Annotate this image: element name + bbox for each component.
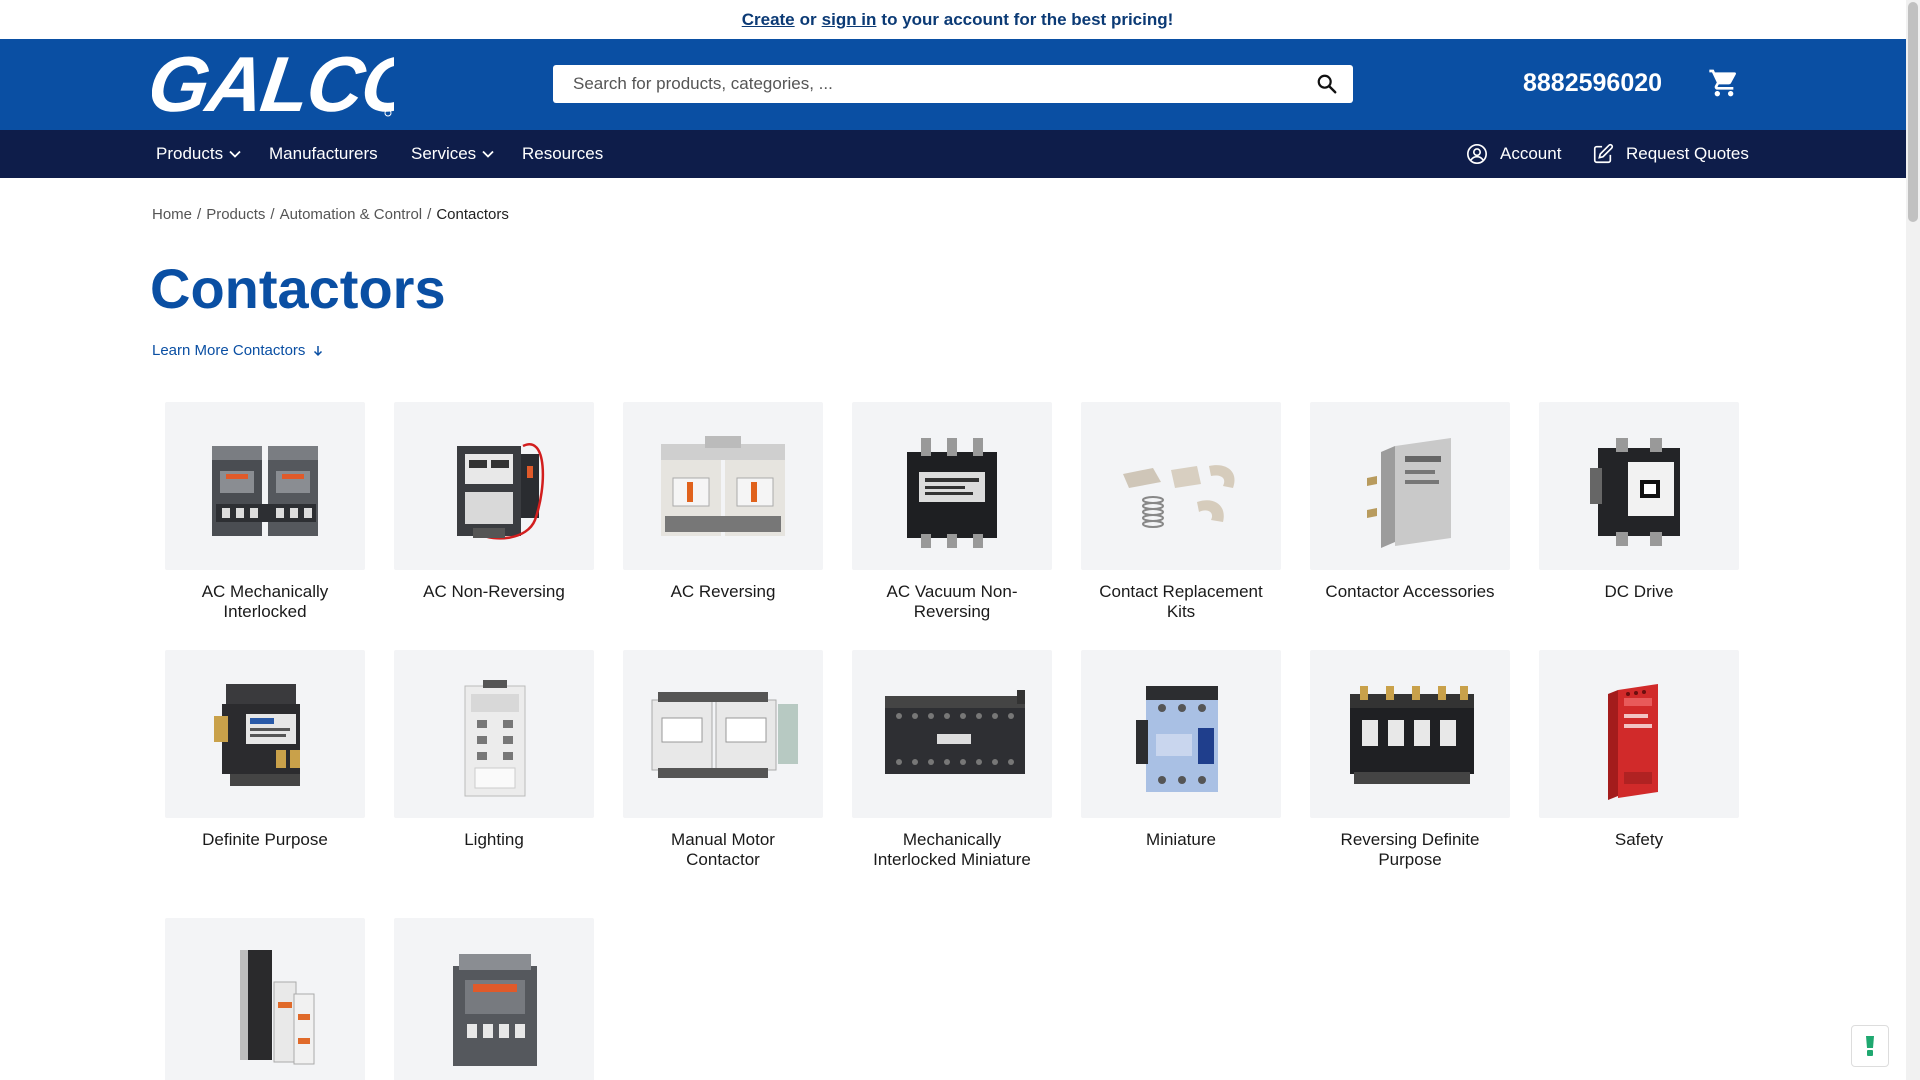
breadcrumb: Home / Products / Automation & Control /… bbox=[152, 206, 509, 223]
product-image bbox=[623, 650, 823, 818]
product-image bbox=[394, 402, 594, 570]
category-card[interactable] bbox=[165, 918, 365, 1080]
nav-account[interactable]: Account bbox=[1466, 130, 1561, 178]
site-header: GALCO 8882596020 bbox=[0, 39, 1920, 130]
product-image bbox=[623, 402, 823, 570]
nav-request-quotes[interactable]: Request Quotes bbox=[1592, 130, 1749, 178]
category-label: Safety bbox=[1614, 830, 1664, 849]
account-icon bbox=[1467, 144, 1487, 164]
product-image bbox=[1310, 402, 1510, 570]
breadcrumb-products[interactable]: Products bbox=[206, 206, 265, 223]
category-card[interactable]: Mechanically Interlocked Miniature bbox=[852, 650, 1052, 870]
category-card[interactable]: Definite Purpose bbox=[165, 650, 365, 850]
nav-services-label: Services bbox=[411, 144, 477, 163]
category-label: DC Drive bbox=[1604, 582, 1674, 601]
nav-account-label: Account bbox=[1500, 144, 1562, 163]
product-image bbox=[852, 402, 1052, 570]
promo-text: to your account for the best pricing! bbox=[881, 9, 1174, 29]
nav-manufacturers-label: Manufacturers bbox=[269, 144, 378, 163]
search-button[interactable] bbox=[1313, 70, 1341, 98]
category-label: AC Reversing bbox=[670, 582, 776, 601]
product-image bbox=[165, 918, 365, 1080]
search-input[interactable] bbox=[573, 74, 1313, 94]
breadcrumb-separator: / bbox=[270, 206, 275, 223]
category-label: Contactor Accessories bbox=[1325, 582, 1495, 601]
nav-products-label: Products bbox=[156, 144, 224, 163]
search-icon bbox=[1317, 74, 1337, 94]
nav-resources[interactable]: Resources bbox=[522, 130, 603, 178]
page-scrollbar[interactable] bbox=[1906, 0, 1920, 1080]
svg-text:GALCO: GALCO bbox=[152, 49, 394, 119]
category-label: Mechanically Interlocked Miniature bbox=[873, 830, 1031, 869]
breadcrumb-separator: / bbox=[197, 206, 202, 223]
edit-icon bbox=[1593, 143, 1614, 164]
category-label: Reversing Definite Purpose bbox=[1340, 830, 1480, 869]
nav-resources-label: Resources bbox=[522, 144, 604, 163]
promo-bar: Create or sign in to your account for th… bbox=[0, 0, 1920, 39]
cart-button[interactable] bbox=[1708, 67, 1740, 99]
product-image bbox=[394, 650, 594, 818]
category-label: Definite Purpose bbox=[202, 830, 328, 849]
learn-more-label: Learn More Contactors bbox=[152, 342, 306, 359]
breadcrumb-current: Contactors bbox=[436, 206, 509, 223]
chevron-down-icon bbox=[229, 150, 241, 158]
learn-more-link[interactable]: Learn More Contactors bbox=[152, 342, 323, 359]
product-image bbox=[165, 402, 365, 570]
main-nav: Products Manufacturers Services Resource… bbox=[0, 130, 1920, 178]
nav-manufacturers[interactable]: Manufacturers bbox=[269, 130, 378, 178]
product-image bbox=[1310, 650, 1510, 818]
phone-number[interactable]: 8882596020 bbox=[1523, 69, 1662, 98]
category-label: AC Non-Reversing bbox=[423, 582, 565, 601]
nav-products[interactable]: Products bbox=[156, 130, 241, 178]
promo-or-text: or bbox=[799, 9, 817, 29]
cart-icon bbox=[1709, 69, 1737, 97]
category-card[interactable]: AC Vacuum Non-Reversing bbox=[852, 402, 1052, 622]
category-card[interactable] bbox=[394, 918, 594, 1080]
create-account-link[interactable]: Create bbox=[742, 10, 795, 30]
sign-in-link[interactable]: sign in bbox=[822, 10, 877, 30]
category-label: AC Vacuum Non-Reversing bbox=[886, 582, 1018, 621]
category-card[interactable]: Lighting bbox=[394, 650, 594, 850]
breadcrumb-separator: / bbox=[427, 206, 432, 223]
nav-request-quotes-label: Request Quotes bbox=[1626, 144, 1749, 163]
category-label: Manual Motor Contactor bbox=[671, 830, 775, 869]
category-card[interactable]: Contact Replacement Kits bbox=[1081, 402, 1281, 622]
category-card[interactable]: Reversing Definite Purpose bbox=[1310, 650, 1510, 870]
category-label: AC Mechanically Interlocked bbox=[201, 582, 329, 621]
product-image bbox=[1539, 402, 1739, 570]
category-card[interactable]: DC Drive bbox=[1539, 402, 1739, 602]
category-card[interactable]: Contactor Accessories bbox=[1310, 402, 1510, 602]
product-image bbox=[165, 650, 365, 818]
breadcrumb-home[interactable]: Home bbox=[152, 206, 192, 223]
nav-services[interactable]: Services bbox=[411, 130, 494, 178]
product-image bbox=[1081, 402, 1281, 570]
product-image bbox=[1081, 650, 1281, 818]
category-label: Miniature bbox=[1146, 830, 1216, 849]
category-card[interactable]: AC Mechanically Interlocked bbox=[165, 402, 365, 622]
product-image bbox=[1539, 650, 1739, 818]
search-bar bbox=[553, 65, 1353, 103]
feedback-icon bbox=[1866, 1036, 1874, 1056]
category-card[interactable]: AC Reversing bbox=[623, 402, 823, 602]
category-card[interactable]: Manual Motor Contactor bbox=[623, 650, 823, 870]
arrow-down-icon bbox=[314, 345, 323, 356]
category-card[interactable]: Miniature bbox=[1081, 650, 1281, 850]
category-card[interactable]: AC Non-Reversing bbox=[394, 402, 594, 602]
breadcrumb-automation[interactable]: Automation & Control bbox=[280, 206, 423, 223]
category-label: Contact Replacement Kits bbox=[1099, 582, 1263, 621]
chevron-down-icon bbox=[482, 150, 494, 158]
galco-logo[interactable]: GALCO bbox=[143, 40, 428, 128]
feedback-widget[interactable] bbox=[1851, 1025, 1889, 1067]
product-image bbox=[394, 918, 594, 1080]
product-image bbox=[852, 650, 1052, 818]
category-label: Lighting bbox=[464, 830, 524, 849]
scrollbar-thumb[interactable] bbox=[1908, 2, 1918, 222]
category-card[interactable]: Safety bbox=[1539, 650, 1739, 850]
page-title: Contactors bbox=[150, 257, 446, 320]
